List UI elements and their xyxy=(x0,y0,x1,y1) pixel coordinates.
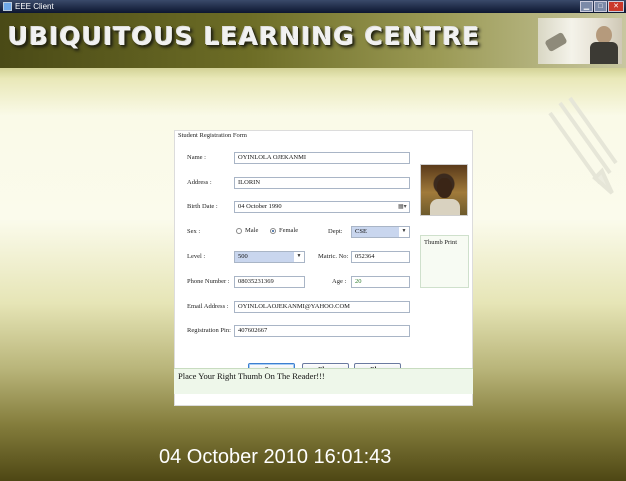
student-shirt xyxy=(430,199,460,215)
app-icon xyxy=(3,2,12,11)
maximize-button[interactable]: □ xyxy=(594,1,607,12)
name-label: Name : xyxy=(187,154,206,161)
sex-female-label: Female xyxy=(279,227,299,234)
level-select[interactable]: 500 ▼ xyxy=(234,251,305,263)
sex-male-radio[interactable] xyxy=(236,228,242,234)
window-controls: ▁ □ ✕ xyxy=(579,1,624,12)
birth-date-label: Birth Date : xyxy=(187,203,218,210)
dept-value: CSE xyxy=(355,228,367,235)
banner-person-body xyxy=(590,42,618,64)
level-value: 500 xyxy=(238,253,248,260)
address-label: Address : xyxy=(187,179,212,186)
address-field[interactable]: ILORIN xyxy=(234,177,410,189)
thumb-print-box: Thumb Print xyxy=(420,235,469,288)
student-photo xyxy=(420,164,468,216)
birth-date-picker[interactable]: 04 October 1990 ▦▾ xyxy=(234,201,410,213)
reg-pin-field[interactable]: 407602667 xyxy=(234,325,410,337)
age-field[interactable]: 20 xyxy=(351,276,410,288)
clock-display: 04 October 2010 16:01:43 xyxy=(159,446,392,468)
sex-female-radio[interactable] xyxy=(270,228,276,234)
header-banner: UBIQUITOUS LEARNING CENTRE xyxy=(0,13,626,68)
decorative-watermark xyxy=(548,96,618,195)
email-field[interactable]: OYINLOLAOJEKANMI@YAHOO.COM xyxy=(234,301,410,313)
thumb-print-label: Thumb Print xyxy=(424,239,458,246)
title-bar: EEE Client ▁ □ ✕ xyxy=(0,0,626,13)
name-field[interactable]: OYINLOLA OJEKANMI xyxy=(234,152,410,164)
dept-label: Dept: xyxy=(328,228,343,235)
level-dropdown-icon[interactable]: ▼ xyxy=(294,252,304,262)
dept-select[interactable]: CSE ▼ xyxy=(351,226,410,238)
sex-male-label: Male xyxy=(245,227,259,234)
form-legend: Student Registration Form xyxy=(178,132,247,139)
age-label: Age : xyxy=(332,278,347,285)
banner-image xyxy=(538,18,622,64)
level-label: Level : xyxy=(187,253,206,260)
minimize-button[interactable]: ▁ xyxy=(580,1,593,12)
status-message: Place Your Right Thumb On The Reader!!! xyxy=(178,371,325,381)
dept-dropdown-icon[interactable]: ▼ xyxy=(399,227,409,237)
window-title: EEE Client xyxy=(15,2,54,11)
registration-form: Student Registration Form Name : OYINLOL… xyxy=(174,130,473,406)
phone-field[interactable]: 08035231369 xyxy=(234,276,305,288)
banner-title: UBIQUITOUS LEARNING CENTRE xyxy=(8,22,481,51)
email-label: Email Address : xyxy=(187,303,229,310)
sex-label: Sex : xyxy=(187,228,201,235)
matric-no-field[interactable]: 052364 xyxy=(351,251,410,263)
close-window-button[interactable]: ✕ xyxy=(608,1,624,12)
reg-pin-label: Registration Pin: xyxy=(187,327,231,334)
calendar-icon[interactable]: ▦▾ xyxy=(398,203,407,211)
status-message-box: Place Your Right Thumb On The Reader!!! xyxy=(174,368,473,394)
birth-date-value: 04 October 1990 xyxy=(238,203,282,210)
phone-label: Phone Number : xyxy=(187,278,230,285)
matric-no-label: Matric. No: xyxy=(318,253,349,260)
banner-hand-shape xyxy=(544,31,568,53)
student-face xyxy=(437,178,452,198)
main-window: UBIQUITOUS LEARNING CENTRE Student Regis… xyxy=(0,13,626,481)
